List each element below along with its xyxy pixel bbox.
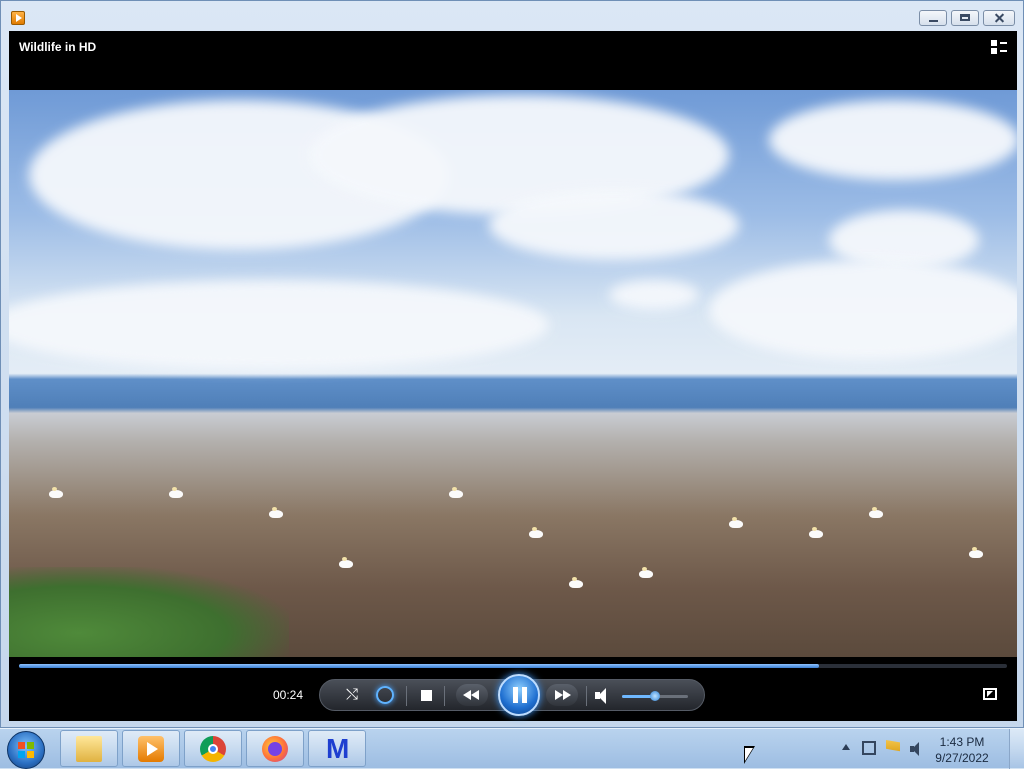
folder-icon	[76, 736, 102, 762]
firefox-icon	[262, 736, 288, 762]
volume-tray-icon[interactable]	[910, 741, 926, 757]
windows-start-icon[interactable]	[7, 731, 45, 769]
maximize-button[interactable]	[951, 10, 979, 26]
clock-date[interactable]: 9/27/2022	[932, 751, 992, 765]
grass-patch	[9, 567, 289, 657]
show-hidden-icons-icon[interactable]	[842, 744, 850, 750]
media-player-window: Wildlife in HD 00:24 ⤭	[0, 0, 1024, 728]
volume-slider[interactable]	[622, 691, 688, 701]
pause-icon[interactable]	[498, 674, 540, 716]
volume-icon[interactable]	[595, 688, 611, 704]
now-playing-area: Wildlife in HD 00:24 ⤭	[9, 31, 1017, 721]
divider	[406, 686, 407, 706]
clock-time[interactable]: 1:43 PM	[932, 735, 992, 749]
taskbar-file-explorer[interactable]	[60, 730, 118, 767]
previous-icon[interactable]	[456, 684, 488, 706]
minimize-button[interactable]	[919, 10, 947, 26]
network-icon[interactable]	[862, 741, 876, 755]
media-title: Wildlife in HD	[19, 40, 97, 54]
title-bar[interactable]	[1, 1, 1023, 31]
switch-to-library-icon[interactable]	[991, 40, 1007, 54]
taskbar-firefox[interactable]	[246, 730, 304, 767]
action-center-flag-icon[interactable]	[886, 740, 900, 752]
seek-progress	[19, 664, 820, 668]
fullscreen-icon[interactable]	[983, 688, 997, 700]
taskbar-chrome[interactable]	[184, 730, 242, 767]
divider	[586, 686, 587, 706]
malwarebytes-icon	[324, 733, 350, 765]
next-icon[interactable]	[546, 684, 578, 706]
show-desktop-button[interactable]	[1009, 729, 1024, 769]
media-player-icon	[138, 736, 164, 762]
divider	[444, 686, 445, 706]
stop-icon[interactable]	[421, 690, 432, 701]
volume-thumb[interactable]	[650, 691, 660, 701]
elapsed-time: 00:24	[272, 688, 304, 702]
taskbar-malwarebytes[interactable]	[308, 730, 366, 767]
playback-controls	[319, 674, 705, 716]
chrome-icon	[200, 736, 226, 762]
taskbar: 1:43 PM 9/27/2022	[0, 728, 1024, 769]
close-button[interactable]	[983, 10, 1015, 26]
shuffle-icon[interactable]	[346, 686, 362, 704]
windows-media-player-icon[interactable]	[11, 11, 25, 25]
window-controls	[919, 10, 1015, 26]
video-frame[interactable]	[9, 90, 1017, 657]
system-tray: 1:43 PM 9/27/2022	[834, 729, 1024, 769]
taskbar-windows-media-player[interactable]	[122, 730, 180, 767]
seek-bar[interactable]	[19, 664, 1007, 668]
repeat-icon[interactable]	[376, 686, 394, 704]
